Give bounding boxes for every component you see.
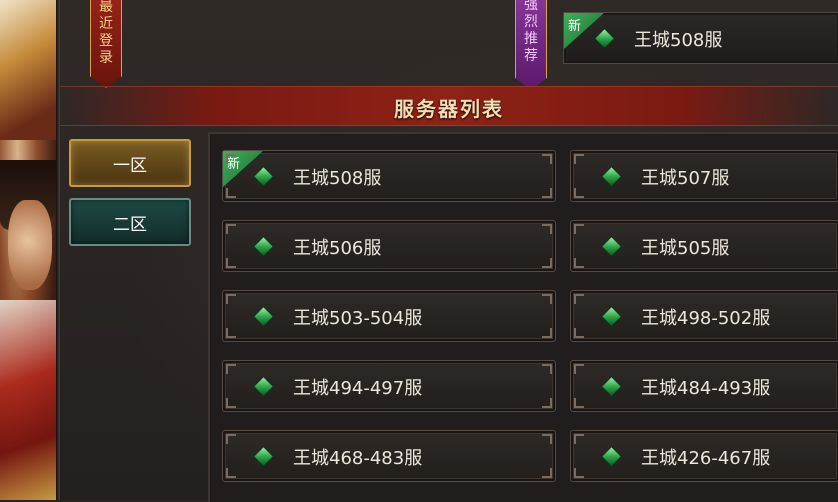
server-name: 王城494-497服 — [293, 378, 423, 399]
recent-login-char-2: 近 — [99, 16, 113, 32]
server-name: 王城507服 — [641, 168, 730, 189]
green-gem-icon — [252, 235, 275, 258]
tab-zone-2[interactable]: 二区 — [69, 198, 191, 246]
green-gem-icon — [252, 375, 275, 398]
green-gem-icon — [252, 305, 275, 328]
recommend-char-2: 烈 — [524, 14, 538, 30]
server-name: 王城426-467服 — [641, 448, 771, 469]
server-name: 王城498-502服 — [641, 308, 771, 329]
green-gem-icon — [593, 27, 616, 50]
server-item-508[interactable]: 新 王城508服 — [222, 150, 556, 202]
recommend-char-1: 强 — [524, 0, 538, 13]
page-title: 服务器列表 — [394, 97, 504, 121]
recent-login-banner[interactable]: 最 近 登 录 — [90, 0, 122, 88]
server-item-507[interactable]: 王城507服 — [570, 150, 838, 202]
green-gem-icon — [252, 165, 275, 188]
server-name: 王城505服 — [641, 238, 730, 259]
green-gem-icon — [600, 165, 623, 188]
green-gem-icon — [600, 445, 623, 468]
server-name: 王城508服 — [293, 168, 382, 189]
green-gem-icon — [252, 445, 275, 468]
recent-login-char-1: 最 — [99, 0, 113, 15]
server-name: 王城484-493服 — [641, 378, 771, 399]
server-item-505[interactable]: 王城505服 — [570, 220, 838, 272]
artwork-robe — [0, 300, 58, 500]
recent-login-char-3: 登 — [99, 33, 113, 49]
recent-login-char-4: 录 — [99, 50, 113, 66]
artwork-armor — [0, 0, 58, 140]
character-artwork — [0, 0, 58, 500]
recommend-char-4: 荐 — [524, 48, 538, 64]
server-item-494-497[interactable]: 王城494-497服 — [222, 360, 556, 412]
server-item-506[interactable]: 王城506服 — [222, 220, 556, 272]
green-gem-icon — [600, 235, 623, 258]
recommend-char-3: 推 — [524, 31, 538, 47]
artwork-face — [8, 200, 52, 290]
server-name: 王城503-504服 — [293, 308, 423, 329]
recommend-banner[interactable]: 强 烈 推 荐 — [515, 0, 547, 90]
green-gem-icon — [600, 305, 623, 328]
server-item-484-493[interactable]: 王城484-493服 — [570, 360, 838, 412]
recommended-server-button[interactable]: 新 王城508服 — [563, 12, 838, 64]
server-list-header: 服务器列表 — [60, 86, 838, 126]
server-item-468-483[interactable]: 王城468-483服 — [222, 430, 556, 482]
recommended-server-name: 王城508服 — [634, 30, 723, 51]
new-badge-text: 新 — [568, 19, 582, 34]
tab-zone-1[interactable]: 一区 — [69, 139, 191, 187]
server-name: 王城468-483服 — [293, 448, 423, 469]
server-item-426-467[interactable]: 王城426-467服 — [570, 430, 838, 482]
server-name: 王城506服 — [293, 238, 382, 259]
green-gem-icon — [600, 375, 623, 398]
server-item-503-504[interactable]: 王城503-504服 — [222, 290, 556, 342]
server-item-498-502[interactable]: 王城498-502服 — [570, 290, 838, 342]
